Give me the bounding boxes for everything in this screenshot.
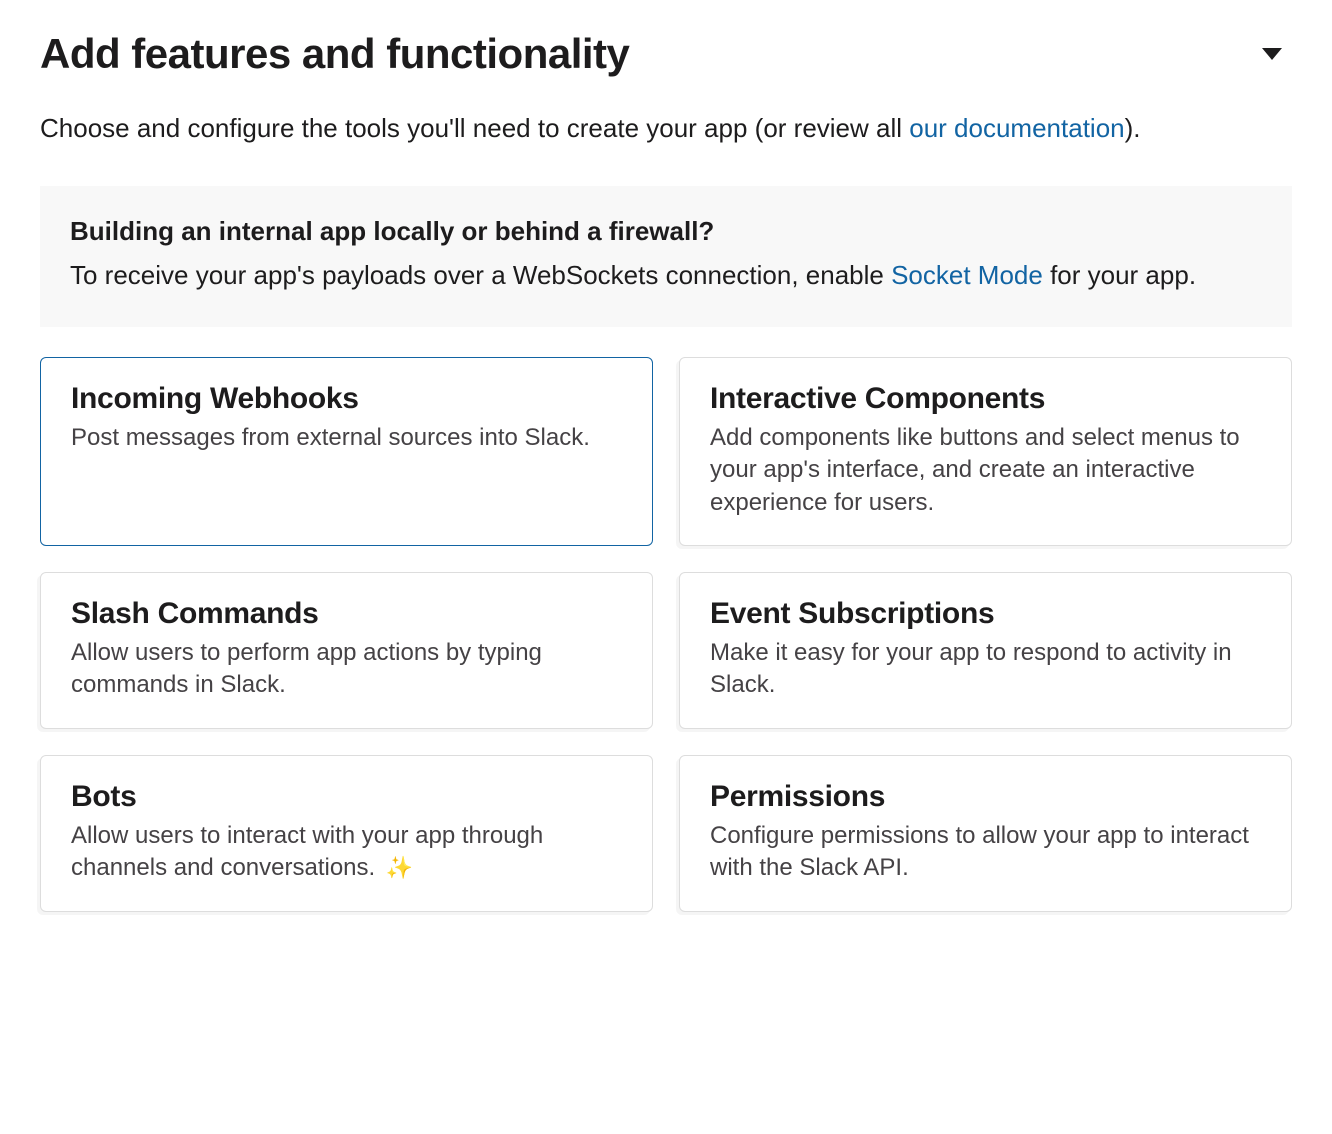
info-box-title: Building an internal app locally or behi… [70,216,1262,247]
card-slash-commands[interactable]: Slash Commands Allow users to perform ap… [40,572,653,729]
card-title: Slash Commands [71,597,622,631]
info-text-after: for your app. [1043,260,1196,290]
card-title: Bots [71,780,622,814]
card-bots[interactable]: Bots Allow users to interact with your a… [40,755,653,912]
card-incoming-webhooks[interactable]: Incoming Webhooks Post messages from ext… [40,357,653,546]
card-description: Configure permissions to allow your app … [710,820,1261,885]
feature-cards-grid: Incoming Webhooks Post messages from ext… [40,357,1292,912]
card-title: Permissions [710,780,1261,814]
card-permissions[interactable]: Permissions Configure permissions to all… [679,755,1292,912]
card-description: Add components like buttons and select m… [710,422,1261,519]
page-title: Add features and functionality [40,30,629,78]
card-description: Make it easy for your app to respond to … [710,637,1261,702]
card-description: Allow users to perform app actions by ty… [71,637,622,702]
documentation-link[interactable]: our documentation [909,113,1124,143]
section-header: Add features and functionality [40,30,1292,78]
collapse-caret-icon[interactable] [1262,48,1282,60]
info-box-text: To receive your app's payloads over a We… [70,255,1262,297]
subtitle-prefix: Choose and configure the tools you'll ne… [40,113,909,143]
sparkle-icon: ✨ [386,853,413,883]
info-text-before: To receive your app's payloads over a We… [70,260,891,290]
card-event-subscriptions[interactable]: Event Subscriptions Make it easy for you… [679,572,1292,729]
socket-mode-info-box: Building an internal app locally or behi… [40,186,1292,327]
card-title: Interactive Components [710,382,1261,416]
card-description: Allow users to interact with your app th… [71,820,622,885]
socket-mode-link[interactable]: Socket Mode [891,260,1043,290]
card-interactive-components[interactable]: Interactive Components Add components li… [679,357,1292,546]
subtitle-suffix: ). [1125,113,1141,143]
section-subtitle: Choose and configure the tools you'll ne… [40,108,1292,148]
card-desc-text: Allow users to interact with your app th… [71,822,543,881]
card-description: Post messages from external sources into… [71,422,622,454]
card-title: Event Subscriptions [710,597,1261,631]
card-title: Incoming Webhooks [71,382,622,416]
